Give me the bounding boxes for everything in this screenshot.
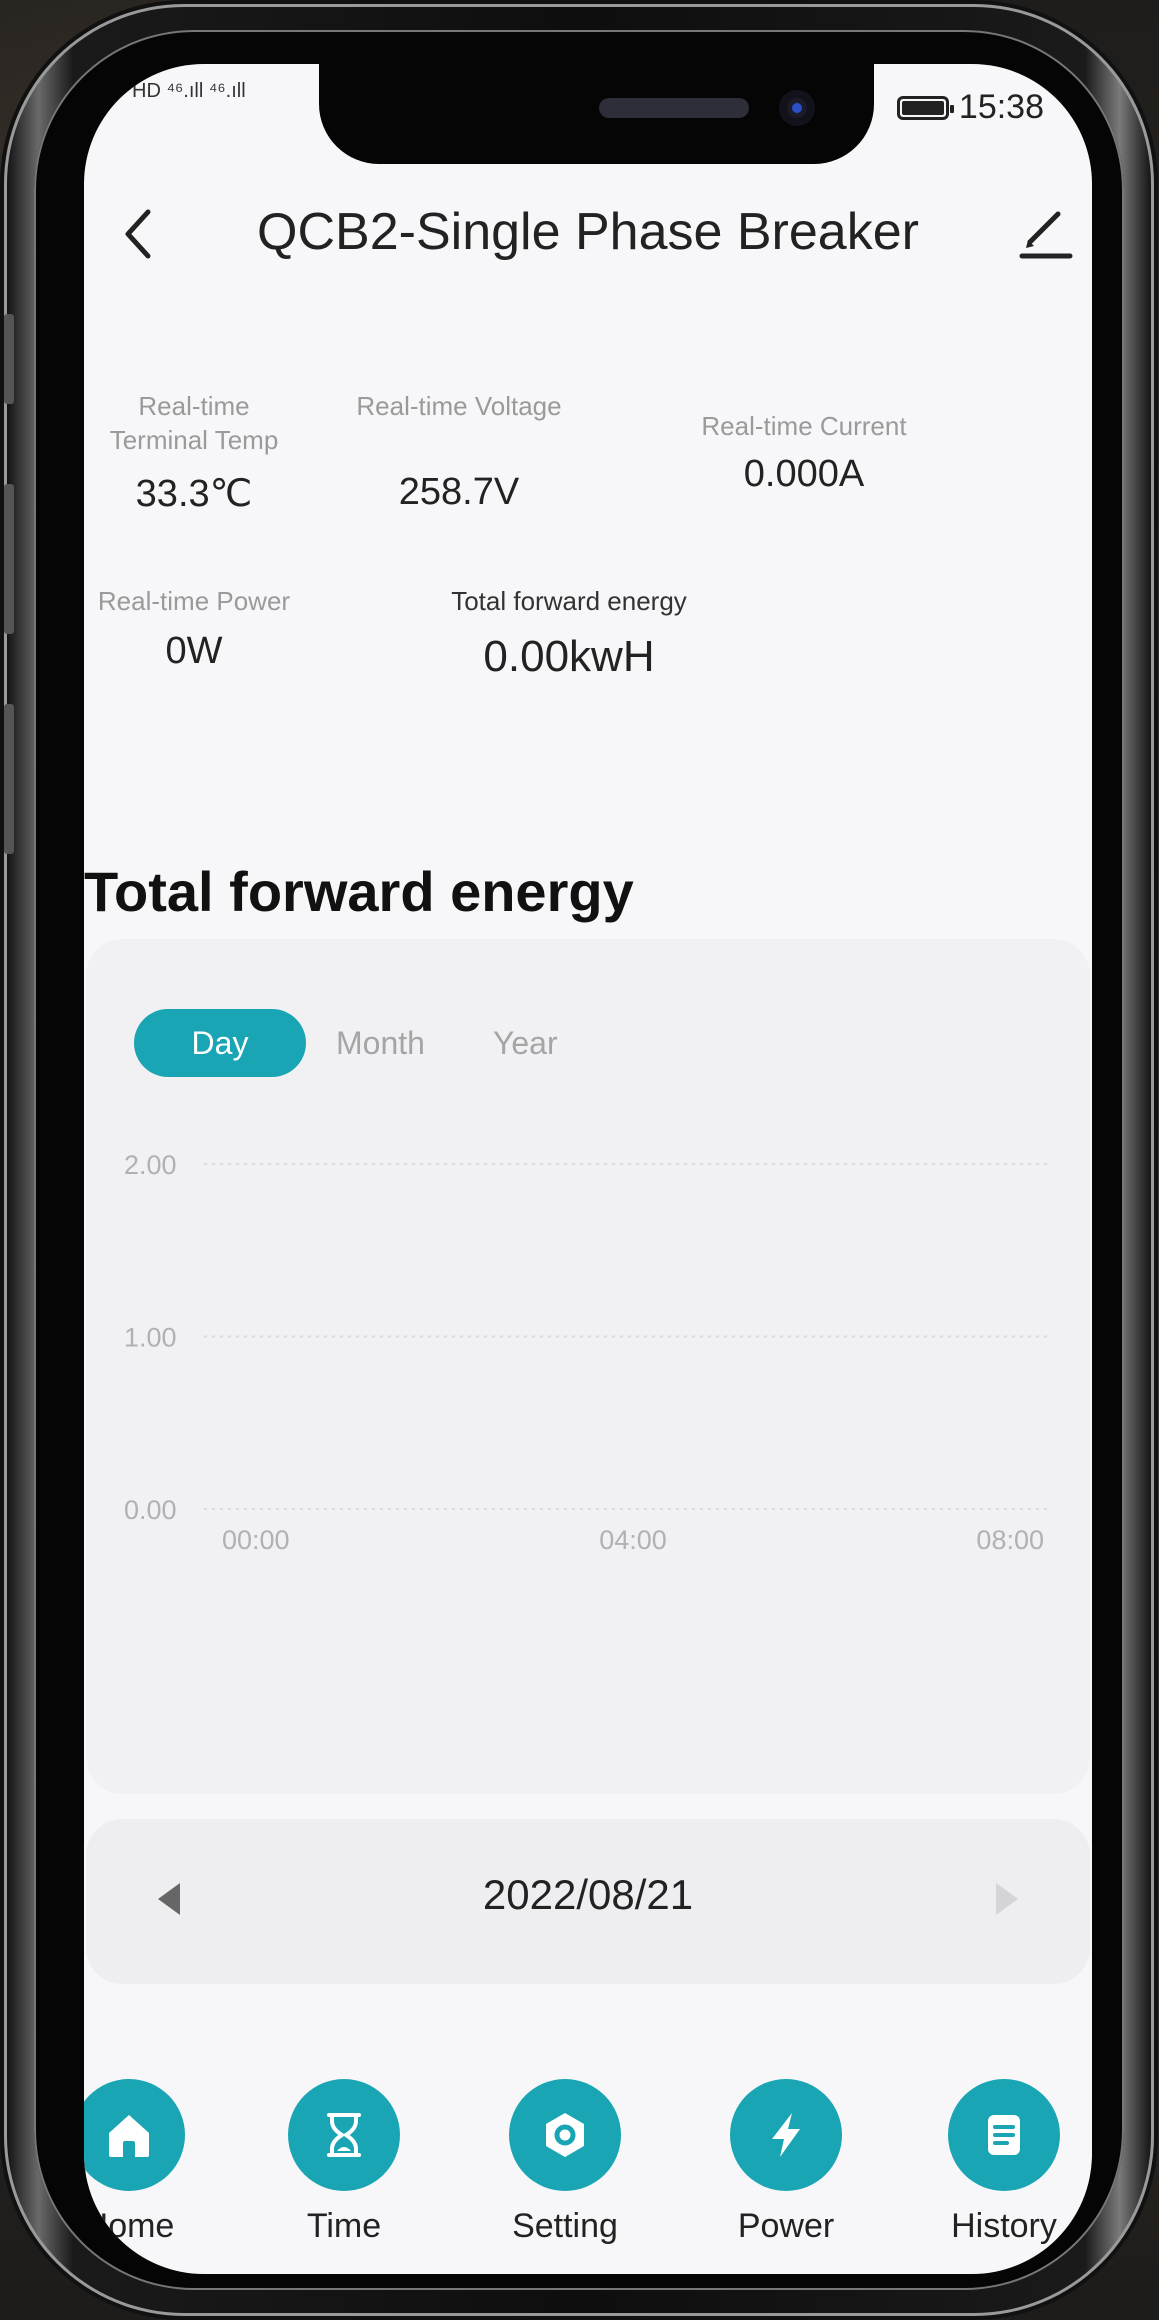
nav-item-history[interactable]: History bbox=[934, 2079, 1074, 2246]
nav-item-time[interactable]: Time bbox=[274, 2079, 414, 2246]
nav-icon-circle bbox=[84, 2079, 185, 2191]
metric-value: 0.00kwH bbox=[483, 632, 655, 681]
metric-power: Real-time Power 0W bbox=[84, 584, 304, 673]
header: QCB2-Single Phase Breaker bbox=[84, 184, 1092, 284]
metric-value: 33.3℃ bbox=[135, 473, 253, 515]
volume-up-button bbox=[4, 484, 14, 634]
date-navigator: 2022/08/21 bbox=[86, 1819, 1090, 1984]
x-tick-label: 08:00 bbox=[976, 1525, 1044, 1555]
energy-chart: 0.00 1.00 2.00 00:00 04:00 08:00 bbox=[124, 1150, 1048, 1555]
metric-label: Real-time Current bbox=[701, 411, 907, 441]
speaker-grille bbox=[599, 98, 749, 118]
current-date: 2022/08/21 bbox=[482, 1871, 694, 1918]
next-date-button[interactable] bbox=[992, 1881, 1022, 1922]
energy-chart-card: Day Month Year 0.00 1.00 2.00 00:00 04:00 08:… bbox=[86, 939, 1090, 1794]
battery-icon bbox=[896, 95, 954, 120]
phone-frame: HD ⁴⁶.ıll ⁴⁶.ıll 15:38 QCB2-Single Phase… bbox=[4, 4, 1154, 2316]
metric-value: 0.000A bbox=[743, 453, 865, 495]
app-screen: HD ⁴⁶.ıll ⁴⁶.ıll 15:38 QCB2-Single Phase… bbox=[84, 64, 1092, 2274]
pencil-icon bbox=[1019, 211, 1073, 259]
side-button bbox=[4, 314, 14, 404]
y-tick-label: 0.00 bbox=[124, 1495, 177, 1525]
nav-icon-circle bbox=[288, 2079, 400, 2191]
x-tick-label: 04:00 bbox=[599, 1525, 667, 1555]
metric-value: 258.7V bbox=[398, 471, 520, 513]
metric-voltage: Real-time Voltage 258.7V bbox=[334, 389, 584, 514]
edit-button[interactable] bbox=[1016, 202, 1076, 262]
metric-label: Real-time Power bbox=[97, 586, 291, 616]
home-icon bbox=[109, 2115, 149, 2157]
x-tick-label: 00:00 bbox=[222, 1525, 290, 1555]
metric-current: Real-time Current 0.000A bbox=[674, 409, 934, 496]
nav-label: Setting bbox=[512, 2207, 618, 2245]
bottom-navigation: Home Time Setting Power History bbox=[84, 2079, 1092, 2249]
status-time: 15:38 bbox=[958, 88, 1044, 126]
y-tick-label: 1.00 bbox=[124, 1323, 177, 1353]
metric-terminal-temp: Real-time Terminal Temp 33.3℃ bbox=[94, 389, 294, 516]
nav-label: Power bbox=[737, 2207, 835, 2245]
nav-label: Time bbox=[306, 2207, 382, 2245]
metric-label: Terminal Temp bbox=[109, 425, 279, 455]
settings-hex-icon bbox=[546, 2113, 584, 2157]
status-right: 15:38 bbox=[896, 88, 1044, 127]
metric-label: Real-time bbox=[138, 391, 250, 421]
y-tick-label: 2.00 bbox=[124, 1150, 177, 1180]
volume-down-button bbox=[4, 704, 14, 854]
hourglass-icon bbox=[327, 2113, 361, 2157]
nav-item-setting[interactable]: Setting bbox=[495, 2079, 635, 2246]
nav-icon-circle bbox=[948, 2079, 1060, 2191]
signal-indicators: HD ⁴⁶.ıll ⁴⁶.ıll bbox=[132, 80, 246, 102]
metric-label: Real-time Voltage bbox=[356, 391, 562, 421]
page-title: QCB2-Single Phase Breaker bbox=[257, 203, 919, 261]
nav-label: Home bbox=[84, 2207, 175, 2245]
lightning-icon bbox=[772, 2113, 800, 2157]
document-icon bbox=[988, 2115, 1020, 2155]
nav-item-home[interactable]: Home bbox=[84, 2079, 199, 2246]
metric-value: 0W bbox=[165, 630, 223, 672]
nav-label: History bbox=[951, 2207, 1057, 2245]
notch bbox=[319, 64, 874, 164]
triangle-right-icon bbox=[996, 1883, 1018, 1915]
nav-item-power[interactable]: Power bbox=[716, 2079, 856, 2246]
section-title: Total forward energy bbox=[84, 860, 634, 923]
nav-icon-circle bbox=[509, 2079, 621, 2191]
front-camera bbox=[779, 90, 815, 126]
nav-icon-circle bbox=[730, 2079, 842, 2191]
metric-total-energy: Total forward energy 0.00kwH bbox=[399, 584, 739, 682]
metric-label: Total forward energy bbox=[451, 586, 687, 616]
